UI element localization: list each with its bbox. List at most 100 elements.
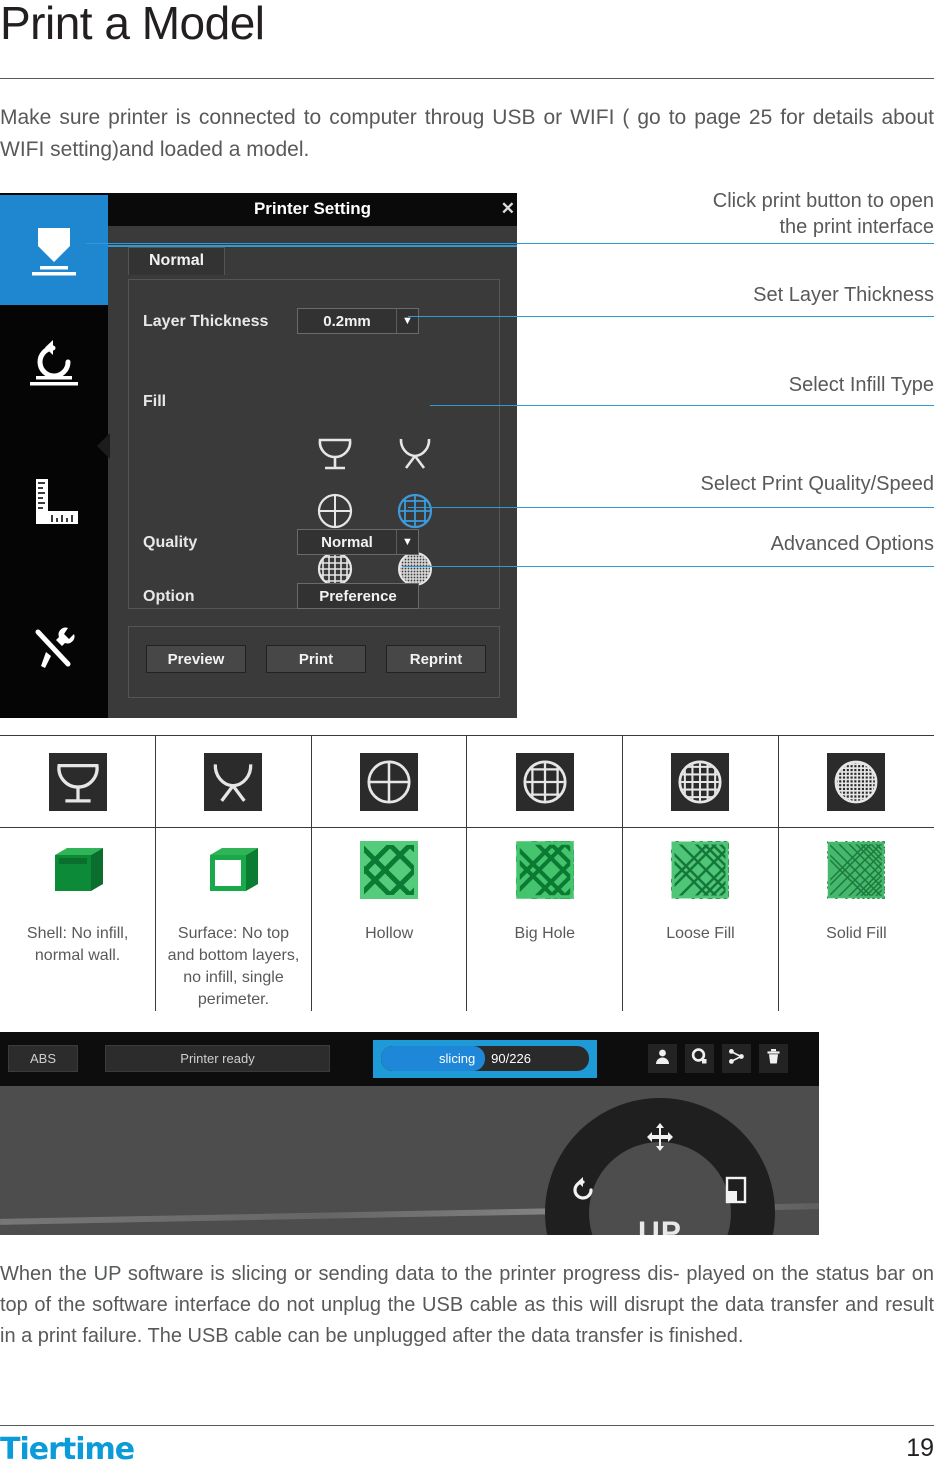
- preference-button[interactable]: Preference: [297, 583, 419, 609]
- quality-label: Quality: [143, 534, 198, 551]
- table-cell-caption-surface: Surface: No top and bottom layers, no in…: [155, 917, 312, 1011]
- callout-print-button: Click print button to open the print int…: [712, 190, 934, 238]
- shell-cup-icon: [48, 753, 107, 811]
- table-cell-icon-shell: [0, 736, 156, 828]
- callout-layer-thickness: Set Layer Thickness: [753, 284, 934, 306]
- fill-caption: Big Hole: [514, 925, 576, 942]
- loose-fill-grid-icon: [671, 753, 730, 811]
- preview-button[interactable]: Preview: [146, 645, 246, 673]
- fill-label: Fill: [143, 393, 167, 410]
- table-row-icons: [0, 736, 934, 828]
- fill-option-shell[interactable]: [297, 426, 373, 484]
- title-divider: [0, 78, 934, 79]
- 3d-viewport[interactable]: UP: [0, 1086, 819, 1235]
- table-cell-icon-loose-fill: [622, 736, 779, 828]
- big-hole-grid-icon: [515, 753, 574, 811]
- table-cell-sample-big-hole: [466, 821, 623, 918]
- loose-fill-infill-sample: [654, 817, 755, 922]
- dialog-tabs: Normal: [128, 247, 226, 275]
- table-cell-sample-shell: [0, 827, 156, 917]
- chevron-down-icon: ▼: [396, 309, 418, 333]
- shell-cup-icon: [312, 430, 358, 481]
- up-brand-label: UP: [638, 1216, 682, 1235]
- intro-paragraph: Make sure printer is connected to comput…: [0, 106, 934, 161]
- quality-select[interactable]: Normal ▼: [297, 529, 419, 555]
- progress-value: 90/226: [491, 1051, 531, 1066]
- table-cell-caption-hollow: Hollow: [310, 917, 467, 1011]
- table-cell-sample-solid-fill: [777, 817, 934, 922]
- person-icon-button[interactable]: [648, 1044, 677, 1073]
- tab-normal[interactable]: Normal: [128, 247, 226, 275]
- gear-icon: [691, 1047, 708, 1070]
- callout-line-4: [408, 507, 934, 508]
- table-row-captions: Shell: No infill, normal wall. Surface: …: [0, 917, 934, 1011]
- table-cell-sample-surface: [155, 827, 312, 917]
- footer-divider: [0, 1425, 934, 1426]
- move-icon[interactable]: [645, 1122, 675, 1157]
- solid-fill-grid-icon: [827, 753, 886, 811]
- layer-thickness-value: 0.2mm: [323, 312, 371, 330]
- printer-status-chip: Printer ready: [105, 1045, 330, 1072]
- rotate-icon[interactable]: [569, 1176, 597, 1209]
- table-cell-sample-hollow: [310, 814, 467, 925]
- quality-value: Normal: [321, 533, 373, 551]
- status-bar-icon-group: [648, 1044, 788, 1073]
- progress-label: slicing: [439, 1051, 476, 1066]
- callout-line-3: [430, 405, 934, 406]
- reprint-button[interactable]: Reprint: [386, 645, 486, 673]
- table-cell-caption-big-hole: Big Hole: [466, 917, 623, 1011]
- fill-type-table: Shell: No infill, normal wall. Surface: …: [0, 735, 934, 1011]
- print-button[interactable]: Print: [266, 645, 366, 673]
- rail-item-measure[interactable]: [0, 448, 108, 558]
- software-tool-rail: [0, 193, 108, 718]
- fill-option-surface[interactable]: [377, 426, 453, 484]
- fill-caption: Hollow: [365, 925, 414, 942]
- material-chip[interactable]: ABS: [8, 1045, 78, 1072]
- callout-line-5: [403, 566, 934, 567]
- page-title: Print a Model: [0, 0, 265, 49]
- table-cell-icon-big-hole: [466, 736, 623, 828]
- fill-caption: Loose Fill: [666, 925, 735, 942]
- share-nodes-icon: [728, 1048, 745, 1070]
- hollow-circle-icon: [360, 753, 419, 811]
- printer-setting-screenshot: Printer Setting ✕ Normal Layer Thickness…: [0, 193, 517, 718]
- close-icon[interactable]: ✕: [501, 199, 515, 219]
- table-row-samples: [0, 814, 934, 925]
- table-cell-icon-hollow: [310, 736, 467, 828]
- surface-cup-icon: [204, 753, 263, 811]
- scale-icon[interactable]: [723, 1176, 749, 1209]
- software-status-bar: ABS Printer ready slicing 90/226: [0, 1032, 819, 1086]
- settings-panel: Layer Thickness 0.2mm ▼ Fill Quality Nor…: [128, 279, 500, 609]
- table-cell-caption-loose-fill: Loose Fill: [622, 917, 779, 1011]
- fill-caption: Shell: No infill, normal wall.: [26, 925, 129, 964]
- rail-item-tools[interactable]: [0, 593, 108, 703]
- dialog-body: Normal Layer Thickness 0.2mm ▼ Fill Qual…: [108, 226, 517, 718]
- layer-thickness-label: Layer Thickness: [143, 313, 269, 330]
- surface-cube-sample: [202, 841, 264, 908]
- table-cell-sample-loose-fill: [622, 817, 779, 922]
- rotate-reset-icon: [28, 338, 80, 388]
- solid-fill-infill-sample: [810, 817, 908, 922]
- warning-note: When the UP software is slicing or sendi…: [0, 1263, 934, 1347]
- chevron-down-icon: ▼: [396, 530, 418, 554]
- manual-page: Print a Model Make sure printer is conne…: [0, 0, 934, 1470]
- ruler-measure-icon: [28, 477, 80, 529]
- rail-item-print[interactable]: [0, 195, 108, 305]
- printer-setting-dialog: Printer Setting ✕ Normal Layer Thickness…: [108, 193, 517, 718]
- dialog-title: Printer Setting: [253, 199, 372, 218]
- person-icon: [654, 1048, 671, 1070]
- callout-advanced-options: Advanced Options: [770, 533, 934, 555]
- rail-item-rotate-reset[interactable]: [0, 308, 108, 418]
- dialog-button-bar: Preview Print Reprint: [128, 626, 500, 698]
- table-cell-caption-shell: Shell: No infill, normal wall.: [0, 917, 156, 1011]
- gear-icon-button[interactable]: [685, 1044, 714, 1073]
- callout-line-2: [408, 316, 934, 317]
- fill-caption: Solid Fill: [826, 925, 887, 942]
- option-label: Option: [143, 588, 195, 605]
- radial-tool-menu[interactable]: UP: [545, 1098, 775, 1235]
- layer-thickness-select[interactable]: 0.2mm ▼: [297, 308, 419, 334]
- table-cell-icon-surface: [155, 736, 312, 828]
- table-cell-icon-solid-fill: [777, 736, 934, 828]
- share-nodes-icon-button[interactable]: [722, 1044, 751, 1073]
- trash-icon-button[interactable]: [759, 1044, 788, 1073]
